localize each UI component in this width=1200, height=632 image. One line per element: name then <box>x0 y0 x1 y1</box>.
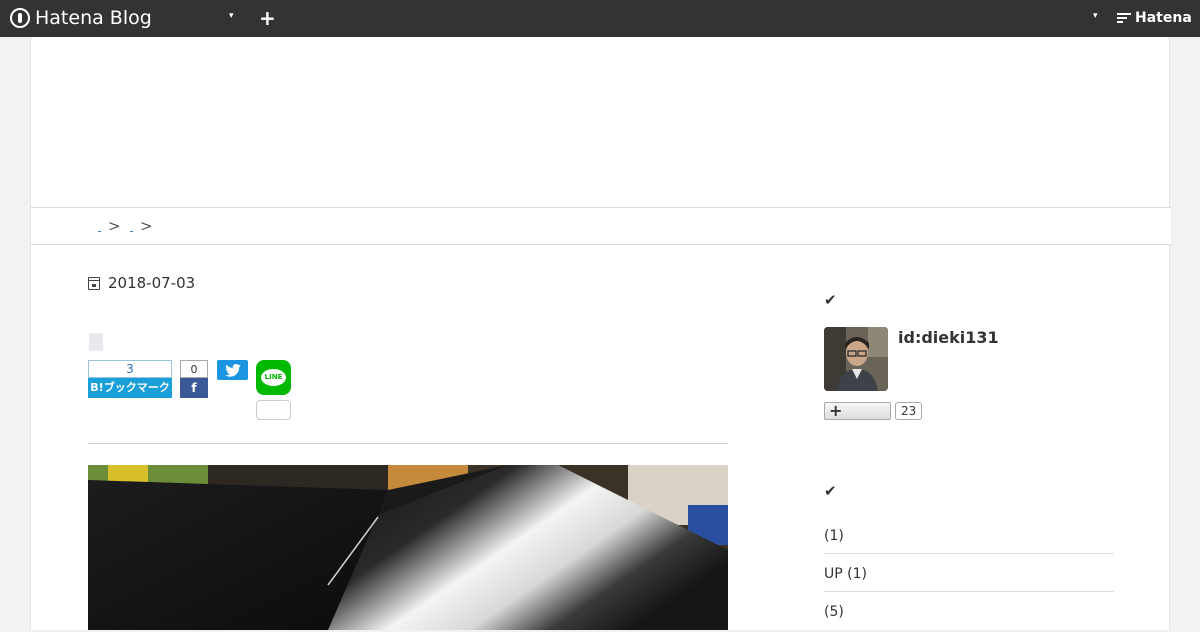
avatar[interactable] <box>824 327 888 391</box>
facebook-share-button[interactable]: 0 f <box>180 360 208 400</box>
avatar-image <box>824 327 888 391</box>
category-list: (1) UP (1) (5) <box>824 516 1114 630</box>
entry-date-text[interactable]: 2018-07-03 <box>108 274 195 292</box>
logo-text: Hatena Blog <box>35 7 152 29</box>
check-icon: ✔ <box>824 291 837 309</box>
add-post-button[interactable]: + <box>259 6 276 30</box>
facebook-icon[interactable]: f <box>180 378 208 398</box>
hatena-bookmark-button[interactable]: 3 B!ブックマーク <box>88 360 172 400</box>
hatena-blog-logo[interactable]: Hatena Blog <box>10 6 152 30</box>
entry-title-placeholder <box>89 333 103 351</box>
breadcrumb-separator: > <box>140 217 153 235</box>
facebook-share-count: 0 <box>180 360 208 378</box>
line-share-button[interactable]: LINE <box>256 360 291 395</box>
top-navigation-bar: Hatena Blog ▾ + ▾ Hatena <box>0 0 1200 37</box>
line-share-count <box>256 400 291 420</box>
entry-photo <box>88 465 728 630</box>
subscribe-button[interactable]: + <box>824 401 891 420</box>
entry-divider <box>88 443 728 444</box>
hatena-bookmark-count[interactable]: 3 <box>88 360 172 378</box>
plus-icon: + <box>829 401 843 420</box>
line-icon: LINE <box>261 369 286 386</box>
breadcrumb: > > <box>31 207 1171 245</box>
check-icon: ✔ <box>824 482 837 500</box>
twitter-bird-icon <box>224 363 241 377</box>
calendar-icon <box>88 276 100 290</box>
hatena-logo-icon <box>1117 13 1131 23</box>
brand-text: Hatena <box>1135 10 1192 26</box>
list-item[interactable]: (1) <box>824 516 1114 554</box>
hatena-brand-link[interactable]: Hatena <box>1117 10 1192 26</box>
account-menu-chevron-icon[interactable]: ▾ <box>1093 11 1098 21</box>
list-item[interactable]: (5) <box>824 592 1114 630</box>
list-item[interactable]: UP (1) <box>824 554 1114 592</box>
entry-photo-image <box>88 465 728 630</box>
entry-date: 2018-07-03 <box>88 274 195 292</box>
breadcrumb-link-category[interactable] <box>130 227 133 232</box>
page-container: > > 2018-07-03 3 B!ブックマーク 0 f LINE ✔ id:… <box>30 37 1171 630</box>
hatena-bookmark-label[interactable]: B!ブックマーク <box>88 378 172 398</box>
subscriber-count[interactable]: 23 <box>895 402 923 420</box>
hatena-blog-logo-icon <box>10 8 30 28</box>
breadcrumb-separator: > <box>108 217 121 235</box>
chevron-down-icon[interactable]: ▾ <box>229 11 234 21</box>
breadcrumb-link-home[interactable] <box>98 227 101 232</box>
user-id-link[interactable]: id:dieki131 <box>898 328 999 347</box>
twitter-share-button[interactable] <box>217 360 248 380</box>
